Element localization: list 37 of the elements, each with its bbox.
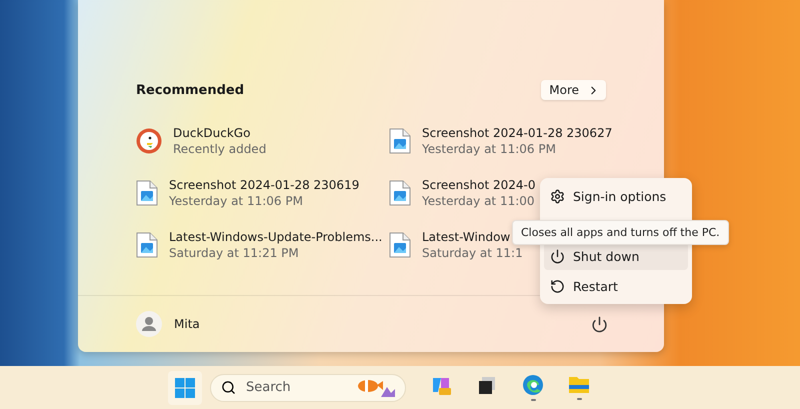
image-file-icon [389,128,411,154]
browser-icon [522,374,544,396]
menu-item[interactable]: Restart [544,272,688,300]
search-box[interactable]: Search [210,374,406,402]
section-title: Recommended [136,82,244,98]
item-subtitle: Yesterday at 11:06 PM [422,142,557,156]
search-input[interactable]: Search [244,379,347,396]
menu-item[interactable]: Sign-in options [544,182,688,210]
duck-app-icon [136,128,162,154]
windows-logo-icon [175,378,195,398]
running-indicator [576,398,582,400]
settings-icon [550,188,565,204]
image-file-icon [389,232,411,258]
tooltip: Closes all apps and turns off the PC. [512,220,729,245]
item-name[interactable]: Screenshot 2024-0 [422,178,536,192]
image-file-icon [136,232,158,258]
start-button[interactable] [168,370,202,404]
item-name[interactable]: Screenshot 2024-01-28 230619 [169,178,360,192]
item-subtitle: Saturday at 11:1 [422,246,523,260]
power-icon [550,248,565,264]
item-subtitle: Yesterday at 11:00 [422,194,536,208]
search-icon [221,380,236,395]
image-file-icon [136,180,158,206]
running-indicator [530,399,536,401]
image-file-icon [389,180,411,206]
item-name[interactable]: Screenshot 2024-01-28 230627 [422,126,612,140]
item-subtitle: Saturday at 11:21 PM [169,246,300,260]
user-avatar-icon[interactable] [136,311,162,337]
task-view-icon [476,374,498,396]
folder-icon [568,375,590,395]
item-subtitle: Recently added [173,142,266,156]
item-name[interactable]: Latest-Windows-Update-Problems... [169,230,382,244]
more-button[interactable]: More [541,80,606,100]
item-subtitle: Yesterday at 11:06 PM [169,194,304,208]
restart-icon [550,278,565,294]
user-name[interactable]: Mita [174,317,200,331]
item-name[interactable]: DuckDuckGo [173,126,266,140]
